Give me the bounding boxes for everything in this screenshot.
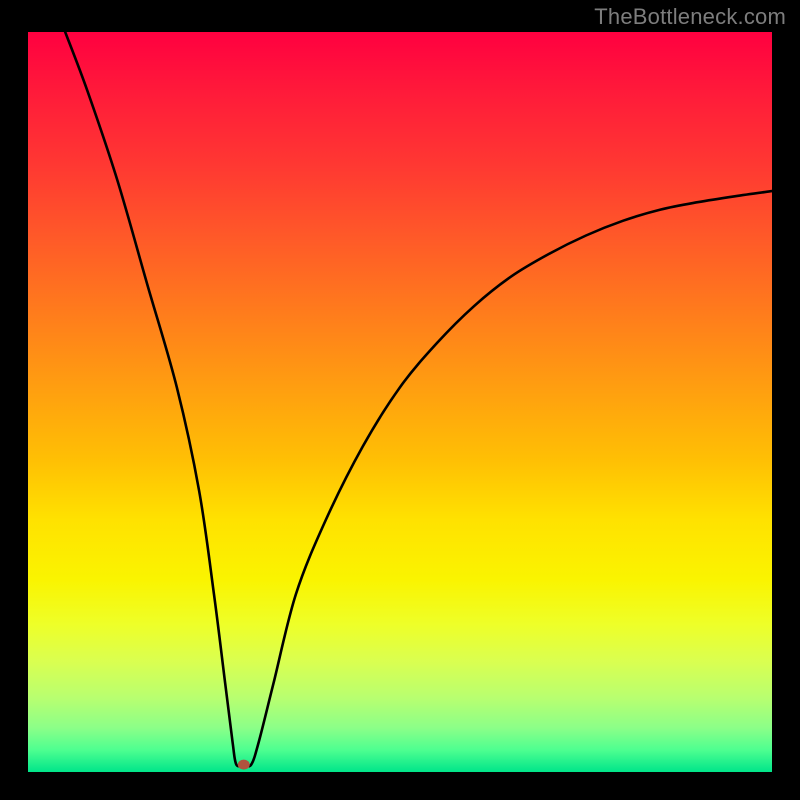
plot-frame <box>24 28 776 776</box>
chart-container: TheBottleneck.com <box>0 0 800 800</box>
attribution-label: TheBottleneck.com <box>594 4 786 30</box>
optimal-point-marker <box>238 760 250 770</box>
curve-layer <box>28 32 772 772</box>
bottleneck-curve <box>65 32 772 766</box>
